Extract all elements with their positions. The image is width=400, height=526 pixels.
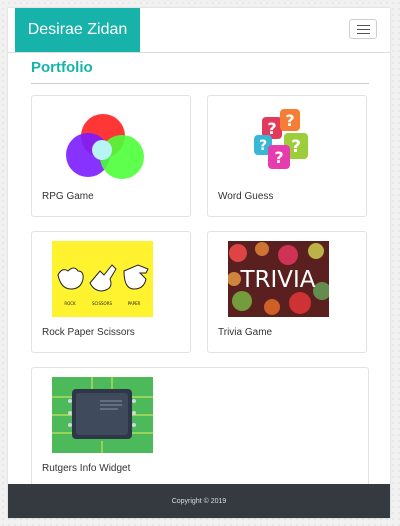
menu-toggle-button[interactable] (349, 19, 377, 39)
navbar: Desirae Zidan (8, 8, 390, 53)
section-divider (31, 83, 369, 84)
project-label[interactable]: Word Guess (218, 191, 273, 202)
trivia-title: TRIVIA (239, 267, 315, 293)
project-label[interactable]: Rutgers Info Widget (42, 463, 130, 474)
copyright-text: Copyright © 2019 (171, 497, 227, 505)
svg-text:?: ? (285, 111, 294, 130)
svg-text:?: ? (274, 148, 283, 167)
project-label[interactable]: Trivia Game (218, 327, 272, 338)
hamburger-icon (356, 24, 370, 26)
svg-text:?: ? (259, 138, 267, 154)
paper-caption: PAPER (128, 301, 141, 306)
brand-link[interactable]: Desirae Zidan (15, 8, 140, 52)
project-label[interactable]: Rock Paper Scissors (42, 327, 135, 338)
project-card-trivia-game[interactable]: TRIVIA Trivia Game (207, 231, 367, 353)
svg-text:?: ? (291, 137, 301, 157)
section-title: Portfolio (31, 59, 93, 76)
circuit-board-image[interactable] (52, 377, 153, 453)
project-card-rock-paper-scissors[interactable]: ROCK SCISSORS PAPER Rock Paper Scissors (31, 231, 191, 353)
trivia-image[interactable]: TRIVIA (228, 241, 329, 317)
project-label[interactable]: RPG Game (42, 191, 94, 202)
rock-caption: ROCK (64, 301, 76, 306)
page-container: Desirae Zidan Portfolio RPG Game ? ? ? ?… (8, 8, 390, 518)
rock-paper-scissors-image[interactable]: ROCK SCISSORS PAPER (52, 241, 153, 317)
scissors-caption: SCISSORS (92, 301, 113, 306)
project-card-word-guess[interactable]: ? ? ? ? ? Word Guess (207, 95, 367, 217)
footer: Copyright © 2019 (8, 484, 390, 518)
project-card-rpg-game[interactable]: RPG Game (31, 95, 191, 217)
question-bubbles-image[interactable]: ? ? ? ? ? (228, 105, 329, 181)
rgb-circles-image[interactable] (52, 105, 153, 181)
project-card-rutgers-info-widget[interactable]: Rutgers Info Widget (31, 367, 369, 489)
